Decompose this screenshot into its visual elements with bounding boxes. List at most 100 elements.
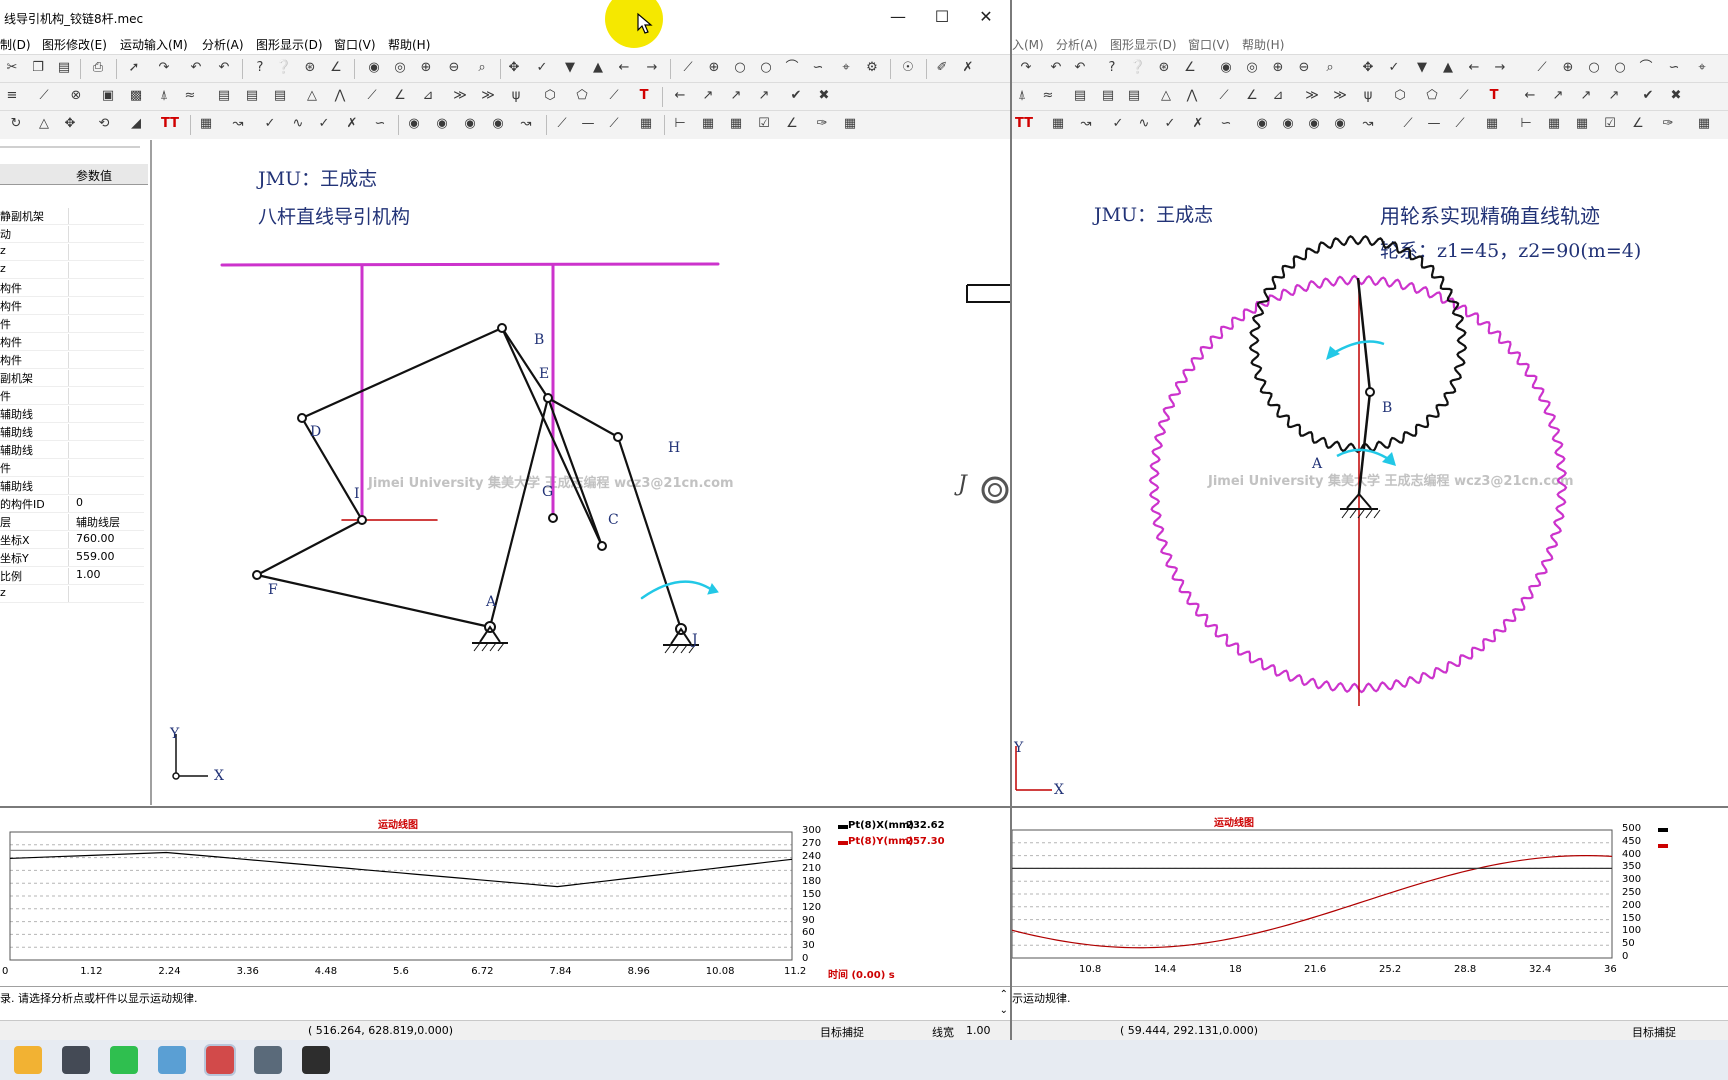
frame3-icon-right[interactable]: ▤	[1124, 86, 1144, 106]
brush-icon[interactable]: ✑	[812, 114, 832, 134]
rod-triangle-icon-right[interactable]: ⊿	[1268, 86, 1288, 106]
small-circle-icon-right[interactable]: ○	[1584, 58, 1604, 78]
joint-icon[interactable]: ⊗	[66, 86, 86, 106]
pentagon-icon[interactable]: ⬠	[572, 86, 592, 106]
triangle-icon-right[interactable]: △	[1156, 86, 1176, 106]
linkage-icon[interactable]: ≫	[450, 86, 470, 106]
axes-icon[interactable]: ⊢	[670, 114, 690, 134]
drawing-canvas-right[interactable]: JMU：王成志 用轮系实现精确直线轨迹 轮系：z1=45，z2=90(m=4) …	[1012, 140, 1728, 804]
property-row[interactable]: 动	[0, 224, 144, 243]
record-icon[interactable]: ◉	[404, 114, 424, 134]
print-icon[interactable]: ⎙	[88, 58, 108, 78]
snap-status[interactable]: 目标捕捉	[820, 1024, 864, 1040]
record2-icon[interactable]: ◉	[432, 114, 452, 134]
curve-icon-right[interactable]: ∽	[1664, 58, 1684, 78]
text-style-icon-right[interactable]: TT	[1014, 114, 1034, 134]
trace-icon-right[interactable]: ↝	[1358, 114, 1378, 134]
diag-line-icon[interactable]: ⟋	[552, 114, 572, 134]
table-icon-right[interactable]: ▦	[1482, 114, 1502, 134]
analysis3-icon-right[interactable]: ✗	[1188, 114, 1208, 134]
record2-icon-right[interactable]: ◉	[1278, 114, 1298, 134]
rod-icon-right[interactable]: ⟋	[1214, 86, 1234, 106]
polygon-icon-right[interactable]: ⬡	[1390, 86, 1410, 106]
zoom-window-icon-right[interactable]: ◎	[1242, 58, 1262, 78]
property-row[interactable]: 构件	[0, 296, 144, 315]
scroll-down-icon[interactable]: ⌄	[1000, 1005, 1008, 1016]
drive3-icon[interactable]: ↗	[754, 86, 774, 106]
grid-icon-right[interactable]: ▦	[1544, 114, 1564, 134]
small-circle-icon[interactable]: ○	[730, 58, 750, 78]
text-tool-icon[interactable]: T	[634, 86, 654, 106]
axes-icon-right[interactable]: ⊢	[1516, 114, 1536, 134]
stop-icon[interactable]: ✖	[814, 86, 834, 106]
property-row[interactable]: z	[0, 584, 144, 603]
property-row[interactable]: 坐标X 760.00	[0, 530, 144, 549]
undo-icon[interactable]: ↶	[214, 58, 234, 78]
text-tool-icon-right[interactable]: T	[1484, 86, 1504, 106]
line-icon-right[interactable]: ⟋	[1532, 58, 1552, 78]
property-row[interactable]: 件	[0, 314, 144, 333]
edit-link-icon[interactable]: ✐	[932, 58, 952, 78]
zoom-out-icon[interactable]: ⊖	[444, 58, 464, 78]
select-icon[interactable]: ✓	[532, 58, 552, 78]
property-row[interactable]: 构件	[0, 278, 144, 297]
close-button[interactable]: ✕	[966, 4, 1006, 30]
menu-analysis[interactable]: 分析(A)	[202, 36, 244, 53]
property-row[interactable]: 件	[0, 386, 144, 405]
check-icon[interactable]: ✓	[260, 114, 280, 134]
record3-icon[interactable]: ◉	[460, 114, 480, 134]
analysis-icon[interactable]: ∿	[288, 114, 308, 134]
path-icon-right[interactable]: ∽	[1216, 114, 1236, 134]
mirror-tool-icon[interactable]: ◢	[126, 114, 146, 134]
grid2-icon-right[interactable]: ▦	[1572, 114, 1592, 134]
line-icon[interactable]: ⟋	[678, 58, 698, 78]
menu-window[interactable]: 窗口(V)	[334, 36, 376, 53]
property-row[interactable]: 件	[0, 458, 144, 477]
menu-modify[interactable]: 图形修改(E)	[42, 36, 107, 53]
fork-icon[interactable]: ψ	[506, 86, 526, 106]
move-icon[interactable]: →	[642, 58, 662, 78]
mirror-icon[interactable]: △	[34, 114, 54, 134]
frame3-icon[interactable]: ▤	[270, 86, 290, 106]
hline-icon-right[interactable]: —	[1424, 114, 1444, 134]
grid2-icon[interactable]: ▦	[726, 114, 746, 134]
property-row[interactable]: 辅助线	[0, 440, 144, 459]
zoom-in-icon-right[interactable]: ⊕	[1268, 58, 1288, 78]
redo-icon[interactable]: ↷	[154, 58, 174, 78]
copy-icon[interactable]: ❐	[28, 58, 48, 78]
snap-icon[interactable]: ☉	[898, 58, 918, 78]
circle-icon[interactable]: ○	[756, 58, 776, 78]
angle2-icon[interactable]: ⋀	[330, 86, 350, 106]
circle-icon-right[interactable]: ○	[1610, 58, 1630, 78]
zoom-all-icon[interactable]: ◉	[364, 58, 384, 78]
store-icon[interactable]	[62, 1046, 90, 1074]
grid-icon[interactable]: ▦	[698, 114, 718, 134]
zoom-prev-icon[interactable]: ⌕	[472, 58, 492, 78]
drive-icon-right[interactable]: ↗	[1548, 86, 1568, 106]
cut-icon[interactable]: ✂	[2, 58, 22, 78]
import-icon[interactable]: ←	[614, 58, 634, 78]
polygon-icon[interactable]: ⬡	[540, 86, 560, 106]
rod-icon[interactable]: ⟋	[362, 86, 382, 106]
analysis2-icon[interactable]: ✓	[314, 114, 334, 134]
spring-icon-right[interactable]: ≈	[1038, 86, 1058, 106]
motion-graph-right[interactable]: 运动线图 210.814.41821.625.228.832.436 50045…	[1012, 806, 1728, 988]
measure-icon-right[interactable]: ⊛	[1154, 58, 1174, 78]
linkage2-icon[interactable]: ≫	[478, 86, 498, 106]
property-row[interactable]: 辅助线	[0, 404, 144, 423]
angle2-icon-right[interactable]: ⋀	[1182, 86, 1202, 106]
snap-status-right[interactable]: 目标捕捉	[1632, 1024, 1676, 1040]
curve-icon[interactable]: ∽	[808, 58, 828, 78]
table2-icon[interactable]: ▦	[840, 114, 860, 134]
link-icon[interactable]: ⟋	[34, 86, 54, 106]
export-icon-right[interactable]: ▲	[1438, 58, 1458, 78]
record3-icon-right[interactable]: ◉	[1304, 114, 1324, 134]
property-row[interactable]: 构件	[0, 332, 144, 351]
insert-icon[interactable]: ▼	[560, 58, 580, 78]
drive2-icon[interactable]: ↗	[726, 86, 746, 106]
media-player-icon[interactable]	[302, 1046, 330, 1074]
graph-icon[interactable]: ↝	[228, 114, 248, 134]
export-icon[interactable]: ▲	[588, 58, 608, 78]
move-tool-icon[interactable]: ✥	[60, 114, 80, 134]
property-row[interactable]: z	[0, 260, 144, 279]
